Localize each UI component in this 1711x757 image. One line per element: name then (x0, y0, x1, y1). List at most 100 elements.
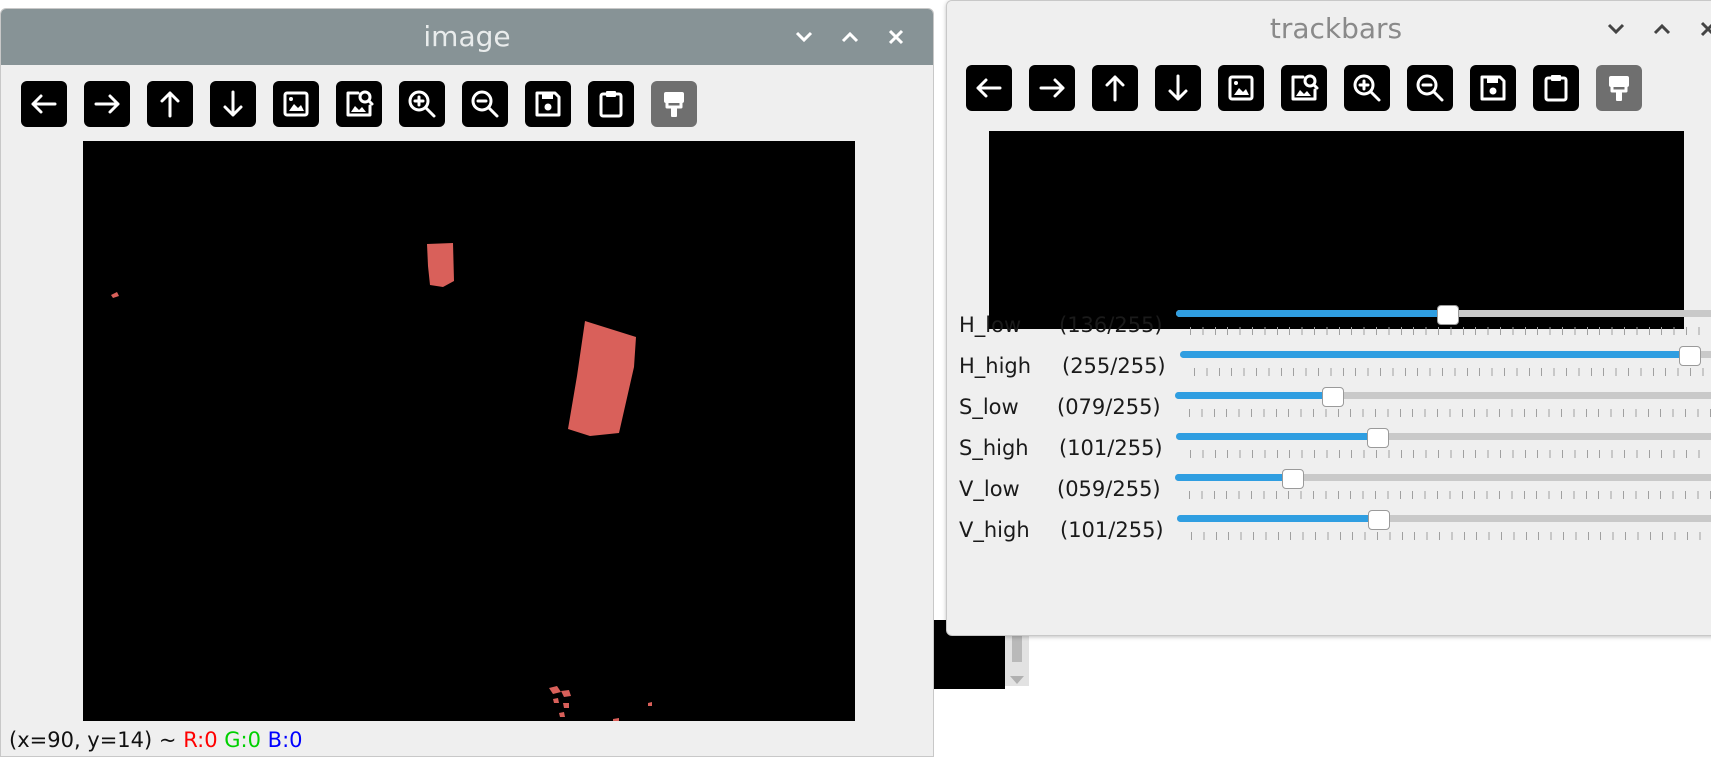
slider-fill (1175, 474, 1293, 481)
arrow-left-button[interactable] (966, 65, 1012, 111)
image-icon (283, 91, 309, 117)
image-canvas[interactable] (83, 141, 855, 721)
trackbar-slider[interactable] (1176, 305, 1711, 345)
save-icon (535, 91, 561, 117)
image-search-button[interactable] (1281, 65, 1327, 111)
slider-fill (1176, 310, 1448, 317)
clipboard-button[interactable] (588, 81, 634, 127)
zoom-out-button[interactable] (462, 81, 508, 127)
close-icon (1700, 21, 1711, 37)
trackbar-slider[interactable] (1175, 469, 1711, 509)
save-button[interactable] (525, 81, 571, 127)
arrow-up-button[interactable] (1092, 65, 1138, 111)
trackbar-label: V_low (959, 477, 1020, 501)
trackbar-v-high: V_high (101/255) (947, 510, 1711, 554)
zoom-in-icon (408, 90, 436, 118)
arrow-up-button[interactable] (147, 81, 193, 127)
slider-handle[interactable] (1282, 469, 1304, 489)
trackbar-v-low: V_low (059/255) (947, 469, 1711, 513)
minimize-button[interactable] (781, 17, 827, 57)
trackbar-label: S_high (959, 436, 1029, 460)
trackbar-value: (101/255) (1059, 436, 1163, 460)
arrow-left-icon (976, 78, 1002, 98)
window-controls (781, 9, 919, 65)
trackbar-h-high: H_high (255/255) (947, 346, 1711, 390)
slider-handle[interactable] (1368, 510, 1390, 530)
image-search-button[interactable] (336, 81, 382, 127)
arrow-right-icon (94, 94, 120, 114)
mask-speck (561, 690, 571, 697)
title-bar[interactable]: trackbars (947, 1, 1711, 57)
image-button[interactable] (1218, 65, 1264, 111)
slider-ticks (1191, 532, 1711, 540)
slider-fill (1175, 392, 1333, 399)
clipboard-button[interactable] (1533, 65, 1579, 111)
paint-brush-button[interactable] (651, 81, 697, 127)
save-icon (1480, 75, 1506, 101)
mask-speck (111, 292, 119, 298)
trackbar-slider[interactable] (1177, 510, 1711, 550)
close-button[interactable] (1685, 9, 1711, 49)
image-window: image (x=90, y=14) ~ R:0 G:0 B:0 (0, 8, 934, 757)
arrow-down-icon (1168, 74, 1188, 101)
scrollbar-thumb[interactable] (1012, 632, 1022, 662)
minimize-button[interactable] (1593, 9, 1639, 49)
arrow-up-icon (160, 91, 180, 118)
mask-image (111, 243, 652, 721)
chevron-down-icon (1607, 23, 1625, 35)
maximize-button[interactable] (1639, 9, 1685, 49)
trackbar-slider[interactable] (1176, 428, 1711, 468)
slider-ticks (1194, 368, 1711, 376)
zoom-out-icon (471, 90, 499, 118)
image-search-icon (346, 90, 374, 117)
slider-ticks (1190, 327, 1711, 335)
close-button[interactable] (873, 17, 919, 57)
zoom-in-icon (1353, 74, 1381, 102)
slider-handle[interactable] (1322, 387, 1344, 407)
title-bar[interactable]: image (1, 9, 933, 65)
chevron-up-icon (841, 31, 859, 43)
trackbar-value: (136/255) (1059, 313, 1163, 337)
trackbar-slider[interactable] (1175, 387, 1711, 427)
mask-speck (613, 718, 619, 721)
mask-blob-small (427, 243, 454, 287)
image-icon (1228, 75, 1254, 101)
save-button[interactable] (1470, 65, 1516, 111)
scroll-down-icon[interactable] (1010, 676, 1024, 684)
maximize-button[interactable] (827, 17, 873, 57)
arrow-right-button[interactable] (84, 81, 130, 127)
slider-handle[interactable] (1437, 305, 1459, 325)
arrow-down-button[interactable] (210, 81, 256, 127)
arrow-down-button[interactable] (1155, 65, 1201, 111)
arrow-right-button[interactable] (1029, 65, 1075, 111)
slider-handle[interactable] (1679, 346, 1701, 366)
paint-brush-button[interactable] (1596, 65, 1642, 111)
chevron-up-icon (1653, 23, 1671, 35)
clipboard-icon (599, 91, 623, 118)
arrow-down-icon (223, 90, 243, 117)
slider-fill (1176, 433, 1378, 440)
paint-brush-icon (664, 92, 684, 117)
toolbar (966, 65, 1642, 111)
zoom-out-button[interactable] (1407, 65, 1453, 111)
trackbar-label: H_low (959, 313, 1022, 337)
trackbar-image-canvas[interactable] (989, 131, 1684, 329)
close-icon (888, 29, 904, 45)
toolbar (21, 81, 697, 127)
arrow-left-icon (31, 94, 57, 114)
image-button[interactable] (273, 81, 319, 127)
zoom-in-button[interactable] (1344, 65, 1390, 111)
mask-speck (553, 698, 559, 703)
status-bar: (x=90, y=14) ~ R:0 G:0 B:0 (9, 728, 303, 752)
trackbar-h-low: H_low (136/255) (947, 305, 1711, 349)
arrow-left-button[interactable] (21, 81, 67, 127)
trackbar-value: (059/255) (1057, 477, 1161, 501)
zoom-in-button[interactable] (399, 81, 445, 127)
mask-speck (549, 686, 561, 694)
background-scrollbar[interactable] (1005, 630, 1029, 686)
image-search-icon (1291, 74, 1319, 101)
slider-handle[interactable] (1367, 428, 1389, 448)
arrow-up-icon (1105, 75, 1125, 102)
trackbar-label: H_high (959, 354, 1032, 378)
trackbar-slider[interactable] (1180, 346, 1711, 386)
